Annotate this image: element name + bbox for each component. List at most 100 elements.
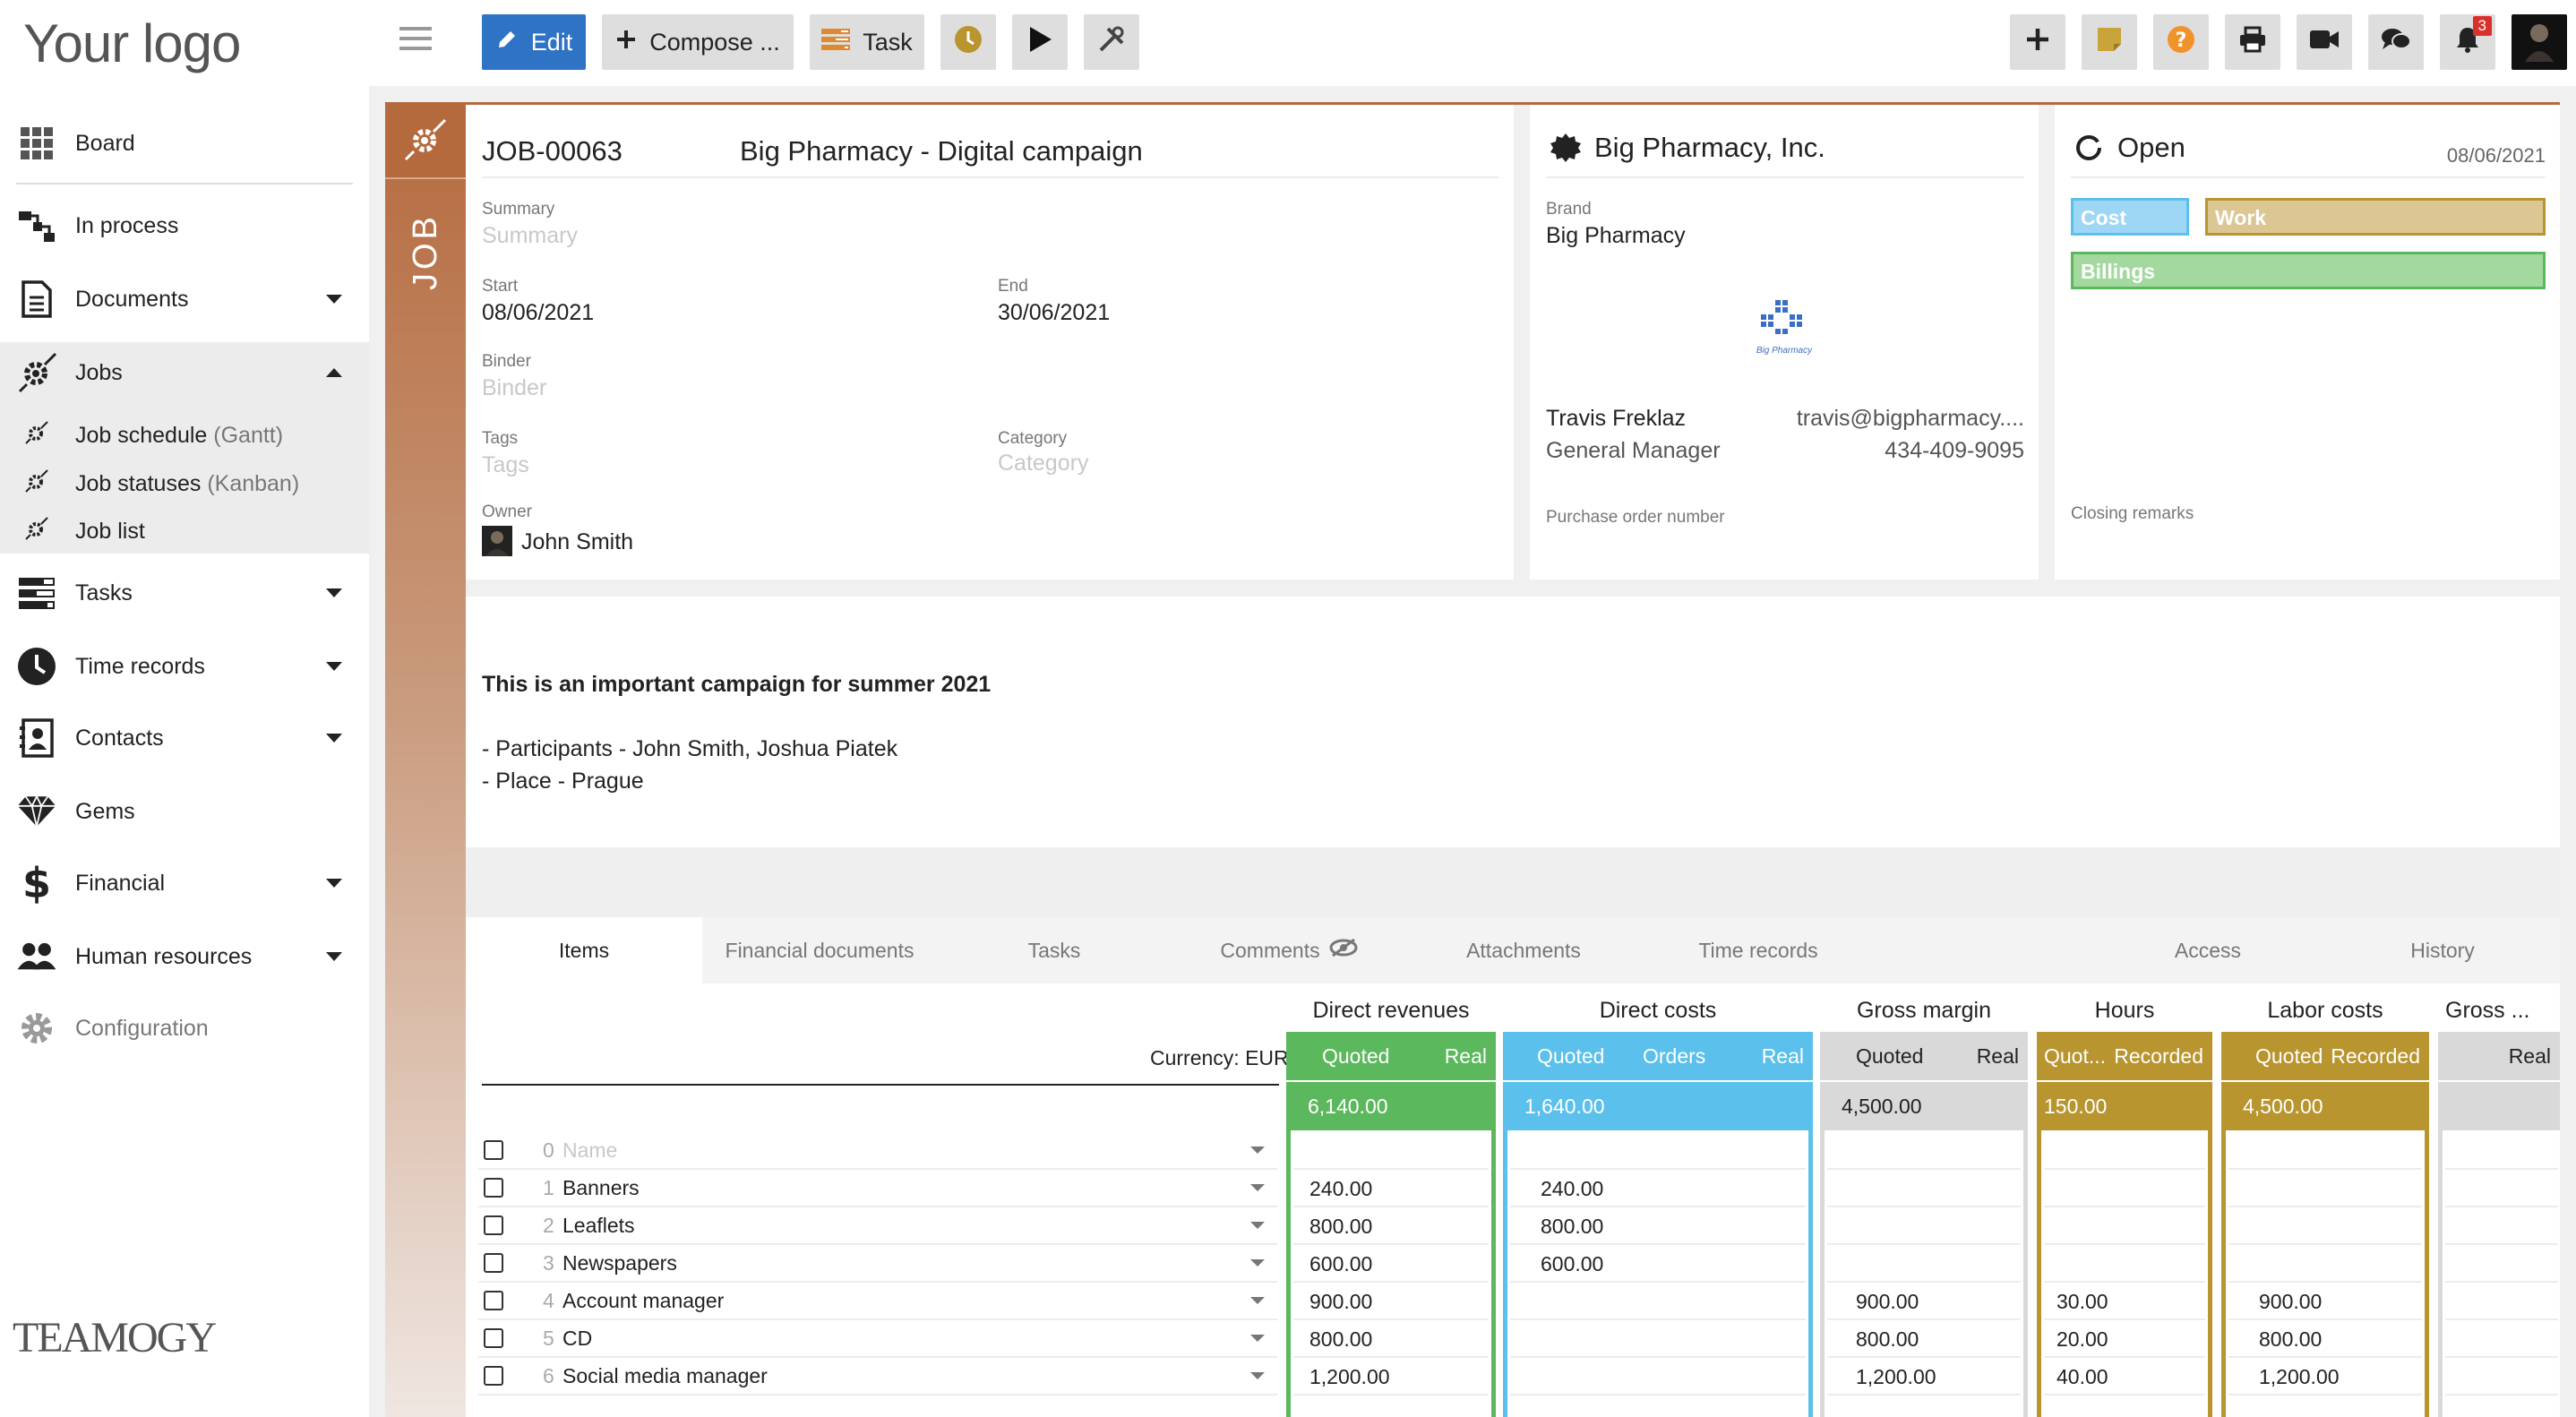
contact-name[interactable]: Travis Freklaz (1546, 406, 1686, 432)
binder-field[interactable]: Binder (482, 375, 546, 401)
chat-button[interactable] (2368, 14, 2424, 70)
col-orders[interactable]: Orders (1643, 1044, 1705, 1069)
row-name[interactable]: CD (562, 1327, 592, 1351)
chevron-down-icon[interactable] (1250, 1146, 1265, 1154)
sidebar-item-financial[interactable]: $ Financial (0, 862, 369, 905)
closing-remarks-label[interactable]: Closing remarks (2071, 504, 2194, 524)
row-name[interactable]: Social media manager (562, 1364, 768, 1388)
sidebar-item-human-resources[interactable]: Human resources (0, 935, 369, 978)
title-divider (482, 176, 1499, 178)
hamburger-menu-icon[interactable] (399, 27, 432, 54)
video-button[interactable] (2297, 14, 2352, 70)
tab-access[interactable]: Access (2091, 917, 2325, 983)
sidebar-subitem-job-list[interactable]: Job list (0, 513, 369, 549)
tab-tasks[interactable]: Tasks (937, 917, 1172, 983)
job-title[interactable]: Big Pharmacy - Digital campaign (740, 135, 1143, 167)
contact-email[interactable]: travis@bigpharmacy.... (1797, 406, 2024, 432)
chevron-down-icon[interactable] (1250, 1297, 1265, 1304)
row-checkbox[interactable] (484, 1291, 503, 1310)
sidebar-item-documents[interactable]: Documents (0, 278, 369, 321)
tab-comments[interactable]: Comments (1172, 917, 1406, 983)
notifications-button[interactable]: 3 (2440, 14, 2495, 70)
sidebar-item-contacts[interactable]: Contacts (0, 717, 369, 760)
purchase-order-label[interactable]: Purchase order number (1546, 508, 1725, 528)
tags-field[interactable]: Tags (482, 452, 529, 478)
user-avatar[interactable] (2512, 14, 2567, 70)
row-checkbox[interactable] (484, 1140, 503, 1160)
sidebar-item-board[interactable]: Board (0, 122, 369, 165)
cost-badge[interactable]: Cost (2071, 198, 2189, 236)
col-quoted[interactable]: Quoted (1322, 1044, 1389, 1069)
category-field[interactable]: Category (998, 451, 1088, 477)
table-row[interactable]: 4 Account manager (478, 1283, 1277, 1320)
start-date-field[interactable]: 08/06/2021 (482, 300, 594, 326)
tools-button[interactable] (1084, 14, 1139, 70)
sticky-note-button[interactable] (2082, 14, 2137, 70)
tab-attachments[interactable]: Attachments (1406, 917, 1641, 983)
task-button[interactable]: Task (810, 14, 924, 70)
sidebar-item-time-records[interactable]: Time records (0, 645, 369, 688)
row-name[interactable]: Account manager (562, 1289, 724, 1313)
tab-items[interactable]: Items (466, 917, 702, 983)
chevron-down-icon[interactable] (1250, 1184, 1265, 1191)
time-record-button[interactable] (940, 14, 996, 70)
table-row[interactable]: 3 Newspapers (478, 1245, 1277, 1283)
chevron-down-icon[interactable] (1250, 1335, 1265, 1342)
sidebar-item-configuration[interactable]: Configuration (0, 1007, 369, 1050)
print-button[interactable] (2225, 14, 2280, 70)
row-checkbox[interactable] (484, 1178, 503, 1198)
contact-phone[interactable]: 434-409-9095 (1885, 438, 2024, 464)
chevron-down-icon[interactable] (1250, 1372, 1265, 1379)
tab-financial-documents[interactable]: Financial documents (702, 917, 937, 983)
billings-badge[interactable]: Billings (2071, 252, 2546, 289)
edit-button[interactable]: Edit (482, 14, 586, 70)
table-row[interactable]: 5 CD (478, 1320, 1277, 1358)
col-real[interactable]: Real (1762, 1044, 1804, 1069)
table-row[interactable]: 6 Social media manager (478, 1358, 1277, 1396)
col-quoted[interactable]: Quot... (2044, 1044, 2106, 1069)
row-checkbox[interactable] (484, 1215, 503, 1235)
sidebar-subitem-job-schedule[interactable]: Job schedule (Gantt) (0, 417, 369, 453)
col-recorded[interactable]: Recorded (2331, 1044, 2420, 1069)
add-button[interactable] (2010, 14, 2065, 70)
row-name[interactable]: Banners (562, 1176, 640, 1200)
tab-time-records[interactable]: Time records (1641, 917, 1876, 983)
row-checkbox[interactable] (484, 1366, 503, 1386)
row-name[interactable]: Leaflets (562, 1214, 635, 1238)
chevron-down-icon[interactable] (1250, 1222, 1265, 1229)
sidebar-subitem-job-statuses[interactable]: Job statuses (Kanban) (0, 466, 369, 502)
col-real[interactable]: Real (2509, 1044, 2551, 1069)
work-badge[interactable]: Work (2205, 198, 2546, 236)
help-button[interactable]: ? (2153, 14, 2209, 70)
description-card[interactable]: This is an important campaign for summer… (466, 597, 2560, 847)
sidebar-item-tasks[interactable]: Tasks (0, 571, 369, 614)
sidebar-item-in-process[interactable]: In process (0, 204, 369, 247)
status-label[interactable]: Open (2117, 132, 2185, 164)
sidebar-item-gems[interactable]: Gems (0, 790, 369, 833)
col-real[interactable]: Real (1445, 1044, 1487, 1069)
row-checkbox[interactable] (484, 1253, 503, 1273)
row-name[interactable]: Name (562, 1138, 617, 1163)
brand-value[interactable]: Big Pharmacy (1546, 223, 1686, 249)
end-date-field[interactable]: 30/06/2021 (998, 300, 1110, 326)
col-quoted[interactable]: Quoted (2255, 1044, 2323, 1069)
client-name[interactable]: Big Pharmacy, Inc. (1594, 132, 1825, 164)
plus-icon (615, 29, 637, 56)
col-quoted[interactable]: Quoted (1856, 1044, 1923, 1069)
chevron-down-icon[interactable] (1250, 1259, 1265, 1267)
col-quoted[interactable]: Quoted (1537, 1044, 1604, 1069)
play-button[interactable] (1012, 14, 1068, 70)
compose-button[interactable]: Compose ... (602, 14, 794, 70)
row-name[interactable]: Newspapers (562, 1251, 677, 1275)
row-separator (1293, 1168, 1489, 1170)
table-row[interactable]: 1 Banners (478, 1170, 1277, 1207)
summary-field[interactable]: Summary (482, 223, 578, 249)
tab-history[interactable]: History (2325, 917, 2560, 983)
sidebar-item-jobs[interactable]: Jobs (0, 351, 369, 394)
row-checkbox[interactable] (484, 1328, 503, 1348)
table-row[interactable]: 2 Leaflets (478, 1207, 1277, 1245)
table-row[interactable]: 0 Name (478, 1132, 1277, 1170)
col-real[interactable]: Real (1977, 1044, 2019, 1069)
col-recorded[interactable]: Recorded (2114, 1044, 2203, 1069)
owner-name[interactable]: John Smith (521, 529, 633, 555)
